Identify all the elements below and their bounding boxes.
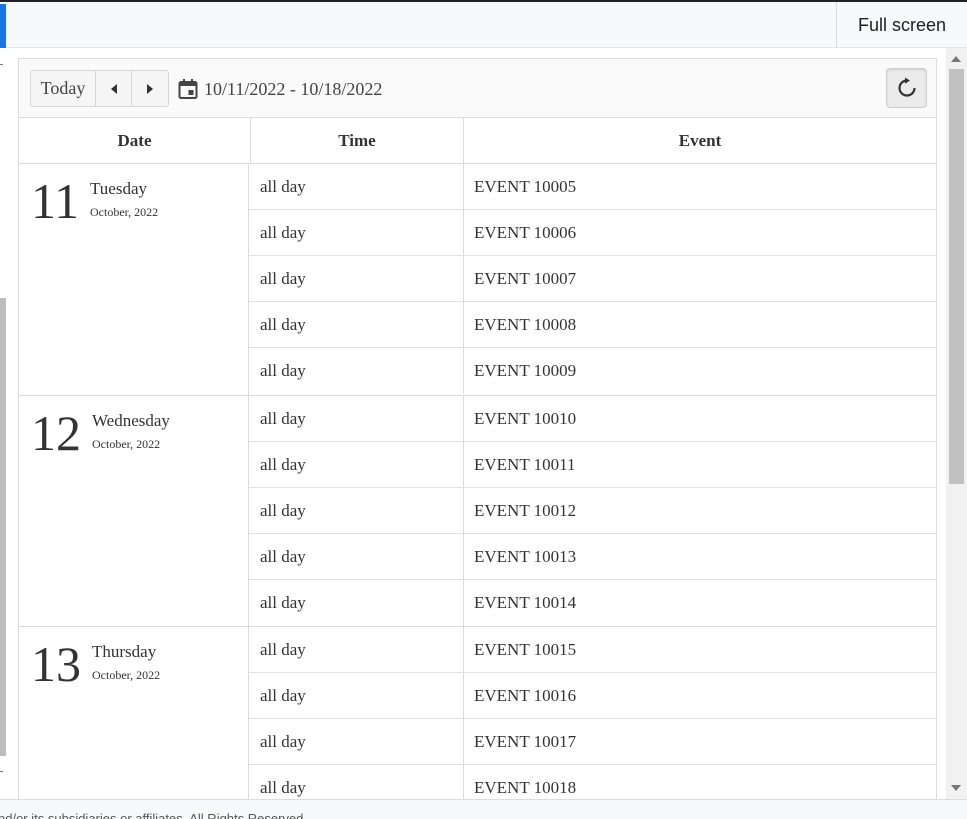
weekday-label: Wednesday — [92, 411, 170, 430]
event-title[interactable]: EVENT 10013 — [465, 534, 936, 579]
date-cell: 12 Wednesday October, 2022 — [19, 396, 249, 626]
scroll-down-arrow-icon[interactable] — [951, 785, 961, 791]
event-title[interactable]: EVENT 10015 — [465, 627, 936, 672]
copyright-text: nd/or its subsidiaries or affiliates. Al… — [0, 811, 308, 819]
event-time: all day — [249, 534, 464, 579]
event-title[interactable]: EVENT 10017 — [465, 719, 936, 764]
event-row: all day EVENT 10011 — [249, 442, 936, 488]
weekday-label: Tuesday — [90, 179, 147, 198]
day-number: 12 — [31, 405, 81, 461]
agenda-header-row: Date Time Event — [19, 118, 936, 164]
scroll-up-arrow-icon[interactable] — [951, 56, 961, 62]
event-time: all day — [249, 164, 464, 209]
month-year-label: October, 2022 — [92, 437, 161, 451]
event-time: all day — [249, 719, 464, 764]
event-row: all day EVENT 10015 — [249, 627, 936, 673]
day-group: 12 Wednesday October, 2022 all day EVENT … — [19, 396, 936, 627]
vertical-scrollbar[interactable] — [946, 48, 967, 799]
event-time: all day — [249, 580, 464, 626]
date-range-label: 10/11/2022 - 10/18/2022 — [204, 78, 383, 99]
triangle-left-icon — [110, 83, 117, 94]
background-page-edge — [0, 48, 6, 772]
day-group: 13 Thursday October, 2022 all day EVENT 1… — [19, 627, 936, 817]
event-title[interactable]: EVENT 10007 — [465, 256, 936, 301]
event-title[interactable]: EVENT 10005 — [465, 164, 936, 209]
day-number: 13 — [31, 636, 81, 692]
event-title[interactable]: EVENT 10010 — [465, 396, 936, 441]
event-title[interactable]: EVENT 10006 — [465, 210, 936, 255]
event-time: all day — [249, 442, 464, 487]
event-row: all day EVENT 10005 — [249, 164, 936, 210]
event-row: all day EVENT 10017 — [249, 719, 936, 765]
date-range-picker[interactable]: 10/11/2022 - 10/18/2022 — [178, 77, 382, 101]
event-time: all day — [249, 396, 464, 441]
event-row: all day EVENT 10012 — [249, 488, 936, 534]
refresh-button[interactable] — [886, 68, 927, 108]
navigation-button-group: Today — [30, 70, 169, 107]
event-row: all day EVENT 10008 — [249, 302, 936, 348]
event-time: all day — [249, 302, 464, 347]
time-column-header: Time — [251, 118, 464, 163]
today-button[interactable]: Today — [31, 71, 96, 106]
event-time: all day — [249, 673, 464, 718]
event-row: all day EVENT 10016 — [249, 673, 936, 719]
background-scrollbar — [0, 298, 6, 756]
month-year-label: October, 2022 — [92, 668, 161, 682]
agenda-body: 11 Tuesday October, 2022 all day EVENT 10… — [19, 164, 936, 817]
month-year-label: October, 2022 — [90, 205, 159, 219]
event-time: all day — [249, 256, 464, 301]
full-screen-button[interactable]: Full screen — [836, 2, 967, 48]
date-cell: 13 Thursday October, 2022 — [19, 627, 249, 817]
event-row: all day EVENT 10013 — [249, 534, 936, 580]
scheduler-toolbar: Today 10/11/2022 - 10/18/2022 — [19, 59, 936, 118]
event-title[interactable]: EVENT 10009 — [465, 348, 936, 394]
event-row: all day EVENT 10007 — [249, 256, 936, 302]
event-column-header: Event — [678, 130, 722, 150]
event-time: all day — [249, 210, 464, 255]
event-row: all day EVENT 10014 — [249, 580, 936, 626]
next-button[interactable] — [132, 71, 168, 106]
event-row: all day EVENT 10010 — [249, 396, 936, 442]
previous-button[interactable] — [96, 71, 132, 106]
scheduler-agenda: Today 10/11/2022 - 10/18/2022 Date Time … — [18, 58, 937, 818]
event-title[interactable]: EVENT 10014 — [465, 580, 936, 626]
event-time: all day — [249, 627, 464, 672]
date-cell: 11 Tuesday October, 2022 — [19, 164, 249, 395]
event-row: all day EVENT 10006 — [249, 210, 936, 256]
scrollbar-thumb[interactable] — [949, 69, 964, 484]
calendar-icon — [178, 79, 198, 99]
event-row: all day EVENT 10009 — [249, 348, 936, 394]
refresh-icon — [897, 77, 916, 97]
page-footer: nd/or its subsidiaries or affiliates. Al… — [0, 799, 967, 819]
triangle-right-icon — [147, 83, 153, 94]
event-title[interactable]: EVENT 10016 — [465, 673, 936, 718]
day-group: 11 Tuesday October, 2022 all day EVENT 10… — [19, 164, 936, 396]
event-title[interactable]: EVENT 10008 — [465, 302, 936, 347]
accent-strip — [0, 4, 6, 48]
weekday-label: Thursday — [92, 642, 157, 661]
top-bar: Full screen — [0, 0, 967, 48]
event-title[interactable]: EVENT 10012 — [465, 488, 936, 533]
day-number: 11 — [31, 173, 80, 229]
date-column-header: Date — [19, 118, 251, 163]
event-time: all day — [249, 348, 464, 394]
event-time: all day — [249, 488, 464, 533]
event-title[interactable]: EVENT 10011 — [465, 442, 936, 487]
